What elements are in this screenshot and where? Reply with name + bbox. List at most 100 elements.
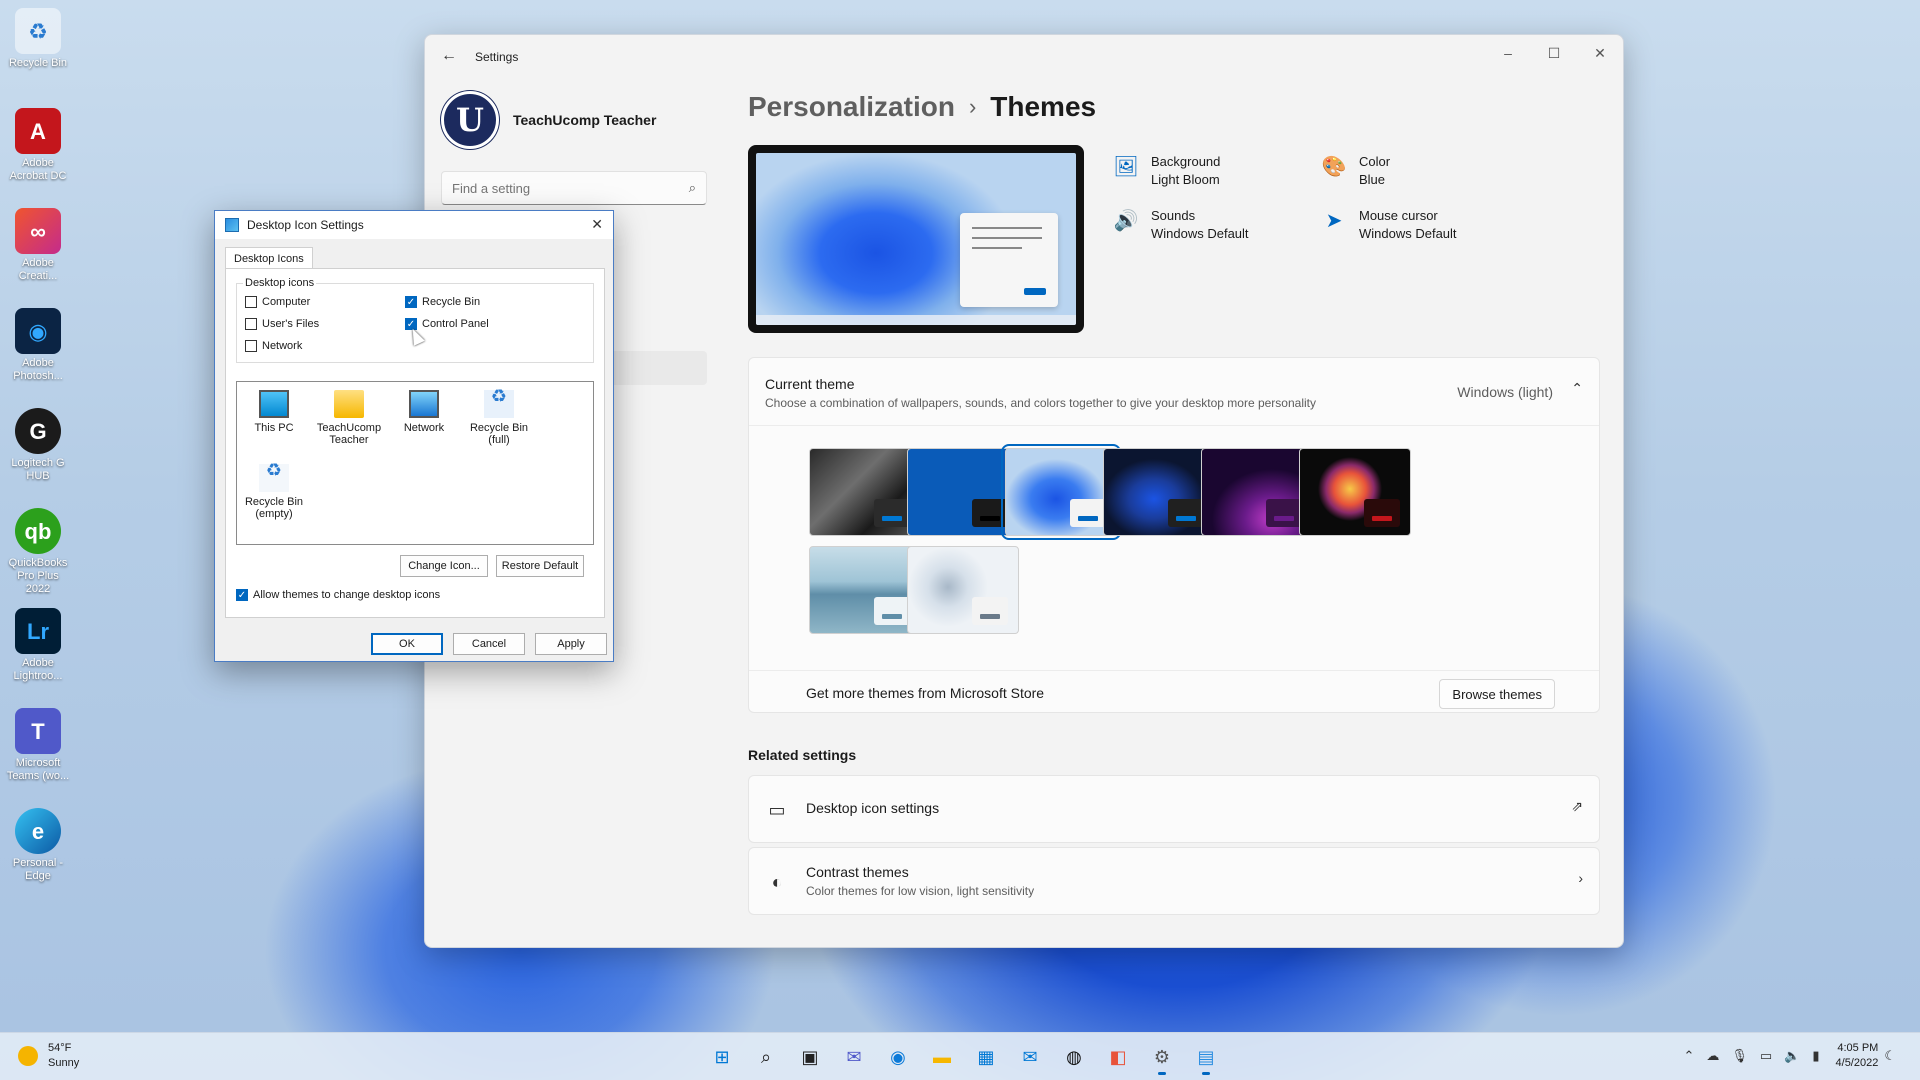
battery-icon[interactable]: ▮	[1812, 1048, 1819, 1064]
weather-condition: Sunny	[48, 1057, 80, 1069]
store-text: Get more themes from Microsoft Store	[806, 685, 1045, 701]
theme-thumbnail-windows-dark[interactable]	[1103, 448, 1215, 536]
taskbar: 54°F Sunny ⊞ ⌕ ▣ ✉ ◉ ▬ ▦ ✉ ◍ ◧ ⚙ ▤ ⌃ ☁ 🎙…	[0, 1032, 1920, 1080]
desktop-icon-recycle-bin[interactable]: ♻ Recycle Bin	[4, 8, 72, 70]
computer-checkbox[interactable]: Computer	[245, 296, 310, 308]
breadcrumb-separator: ›	[968, 94, 977, 119]
desktop-icon-acrobat[interactable]: A Adobe Acrobat DC	[4, 108, 72, 183]
background-property[interactable]: 🖼 Background Light Bloom	[1113, 153, 1220, 189]
desktop-icon-edge[interactable]: e Personal - Edge	[4, 808, 72, 883]
desktop-icon-photoshop[interactable]: ◉ Adobe Photosh...	[4, 308, 72, 383]
recycle-bin-icon: ♻	[15, 8, 61, 54]
mail-icon[interactable]: ✉	[1012, 1039, 1048, 1075]
folder-icon	[334, 390, 364, 418]
external-link-icon: ⇗	[1571, 798, 1583, 814]
file-explorer-icon[interactable]: ▬	[924, 1039, 960, 1075]
recycle-bin-checkbox[interactable]: ✓ Recycle Bin	[405, 296, 480, 308]
search-input[interactable]	[452, 180, 689, 196]
list-item-network[interactable]: Network	[389, 390, 459, 434]
sun-icon	[18, 1046, 38, 1066]
desktop-icon-quickbooks[interactable]: qb QuickBooks Pro Plus 2022	[4, 508, 72, 596]
desktop-icon-settings-link[interactable]: ▭ Desktop icon settings ⇗	[748, 775, 1600, 843]
change-icon-button[interactable]: Change Icon...	[400, 555, 488, 577]
list-item-teacher[interactable]: TeachUcomp Teacher	[314, 390, 384, 446]
chat-icon[interactable]: ✉	[836, 1039, 872, 1075]
recycle-bin-full-icon: ♻	[484, 387, 514, 418]
page-title: Themes	[990, 91, 1097, 122]
start-icon[interactable]: ⊞	[704, 1039, 740, 1075]
sounds-property[interactable]: 🔊 Sounds Windows Default	[1113, 207, 1249, 243]
desktop-icon-settings-taskbar-icon[interactable]: ▤	[1188, 1039, 1224, 1075]
browse-themes-button[interactable]: Browse themes	[1439, 679, 1555, 709]
photoshop-icon: ◉	[15, 308, 61, 354]
theme-preview	[748, 145, 1084, 333]
list-item-recycle-bin-empty[interactable]: ♻ Recycle Bin (empty)	[239, 461, 309, 520]
minimize-icon[interactable]: –	[1485, 35, 1531, 71]
logitech-icon: G	[15, 408, 61, 454]
desktop-icon-lightroom[interactable]: Lr Adobe Lightroo...	[4, 608, 72, 683]
related-settings-heading: Related settings	[748, 747, 857, 763]
theme-thumbnail-windows-light[interactable]	[1001, 444, 1121, 540]
theme-thumbnail-dark-glow[interactable]	[809, 448, 921, 536]
users-files-checkbox[interactable]: User's Files	[245, 318, 319, 330]
list-item-recycle-bin-full[interactable]: ♻ Recycle Bin (full)	[464, 387, 534, 446]
breadcrumb-personalization[interactable]: Personalization	[748, 91, 955, 123]
theme-thumbnail-captured-motion[interactable]	[1299, 448, 1411, 536]
apply-button[interactable]: Apply	[535, 633, 607, 655]
close-icon[interactable]: ✕	[1577, 35, 1623, 71]
store-icon[interactable]: ▦	[968, 1039, 1004, 1075]
search-icon[interactable]: ⌕	[689, 180, 696, 196]
theme-thumbnail-flow[interactable]	[809, 546, 921, 634]
snagit-icon[interactable]: ◧	[1100, 1039, 1136, 1075]
allow-themes-checkbox[interactable]: ✓ Allow themes to change desktop icons	[236, 589, 440, 601]
chevron-up-icon[interactable]: ⌃	[1683, 1048, 1694, 1064]
breadcrumb: Personalization › Themes	[748, 91, 1096, 123]
system-tray: ⌃ ☁ 🎙 ▭ 🔈 ▮ 4:05 PM 4/5/2022 ☾	[1677, 1041, 1902, 1071]
taskbar-apps: ⊞ ⌕ ▣ ✉ ◉ ▬ ▦ ✉ ◍ ◧ ⚙ ▤	[700, 1039, 1228, 1075]
search-icon[interactable]: ⌕	[748, 1039, 784, 1075]
color-property[interactable]: 🎨 Color Blue	[1321, 153, 1391, 189]
current-theme-subtitle: Choose a combination of wallpapers, soun…	[765, 396, 1316, 410]
close-icon[interactable]: ✕	[591, 216, 603, 233]
user-profile[interactable]: U TeachUcomp Teacher	[441, 91, 656, 149]
contrast-themes-link[interactable]: ◐ Contrast themes Color themes for low v…	[748, 847, 1600, 915]
current-theme-header[interactable]: Current theme Choose a combination of wa…	[749, 358, 1599, 426]
theme-thumbnail-glow[interactable]	[1201, 448, 1313, 536]
nav-selected-item[interactable]	[601, 351, 707, 385]
mouse-cursor-property[interactable]: ➤ Mouse cursor Windows Default	[1321, 207, 1457, 243]
edge-icon[interactable]: ◉	[880, 1039, 916, 1075]
image-icon: 🖼	[1113, 155, 1139, 178]
desktop-icon-settings-dialog: Desktop Icon Settings ✕ Desktop Icons De…	[214, 210, 614, 662]
dialog-body: Desktop icons Computer User's Files Netw…	[225, 268, 605, 618]
settings-gear-icon[interactable]: ⚙	[1144, 1039, 1180, 1075]
desktop-icon-logitech[interactable]: G Logitech G HUB	[4, 408, 72, 483]
clock[interactable]: 4:05 PM 4/5/2022	[1836, 1041, 1879, 1071]
list-item-this-pc[interactable]: This PC	[239, 390, 309, 434]
restore-default-button[interactable]: Restore Default	[496, 555, 584, 577]
onedrive-icon[interactable]: ☁	[1706, 1048, 1719, 1064]
network-icon[interactable]: ▭	[1760, 1048, 1772, 1064]
palette-icon: 🎨	[1321, 155, 1347, 178]
maximize-icon[interactable]: ☐	[1531, 35, 1577, 71]
tab-desktop-icons[interactable]: Desktop Icons	[225, 247, 313, 269]
network-checkbox[interactable]: Network	[245, 340, 302, 352]
contrast-icon: ◐	[771, 871, 783, 892]
check-icon: ✓	[405, 296, 417, 308]
chevron-up-icon[interactable]: ⌃	[1571, 380, 1583, 397]
microphone-icon[interactable]: 🎙	[1731, 1048, 1748, 1064]
logitech-icon[interactable]: ◍	[1056, 1039, 1092, 1075]
theme-thumbnail-sunrise[interactable]	[907, 546, 1019, 634]
cancel-button[interactable]: Cancel	[453, 633, 525, 655]
notifications-icon[interactable]: ☾	[1884, 1048, 1896, 1064]
task-view-icon[interactable]: ▣	[792, 1039, 828, 1075]
check-icon: ✓	[236, 589, 248, 601]
volume-icon[interactable]: 🔈	[1784, 1048, 1800, 1064]
desktop-icon-teams[interactable]: T Microsoft Teams (wo...	[4, 708, 72, 783]
network-icon	[409, 390, 439, 418]
desktop-icon-creative-cloud[interactable]: ∞ Adobe Creati...	[4, 208, 72, 283]
back-arrow-icon[interactable]: ←	[441, 47, 461, 67]
checkbox-box	[245, 296, 257, 308]
weather-widget[interactable]: 54°F Sunny	[18, 1041, 79, 1071]
ok-button[interactable]: OK	[371, 633, 443, 655]
theme-thumbnail-blue[interactable]	[907, 448, 1019, 536]
